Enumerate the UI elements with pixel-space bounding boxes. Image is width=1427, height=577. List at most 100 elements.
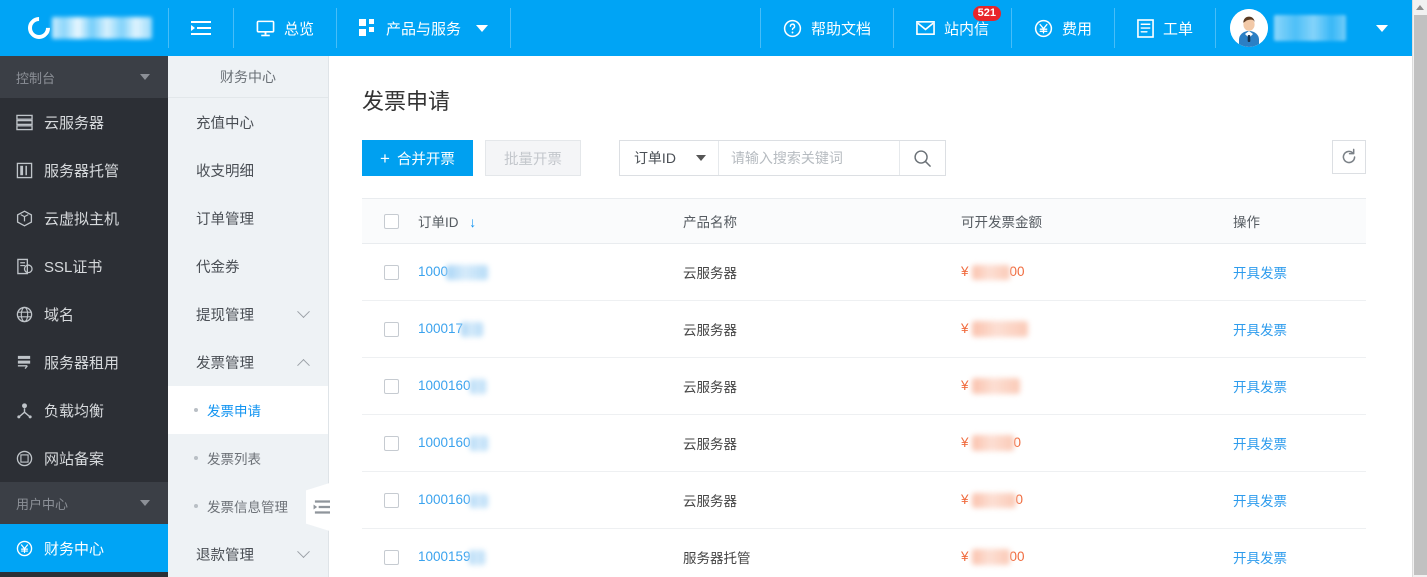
order-id-link[interactable]: 1000160 <box>418 492 471 507</box>
batch-invoice-button[interactable]: 批量开票 <box>484 140 581 176</box>
nav-tickets[interactable]: 工单 <box>1115 0 1215 56</box>
subnav-item-withdraw-management[interactable]: 提现管理 <box>168 290 328 338</box>
page-scrollbar[interactable] <box>1412 0 1427 577</box>
sidebar-item-server-hosting[interactable]: 服务器托管 <box>0 146 168 194</box>
sidebar-group-console[interactable]: 控制台 <box>0 56 168 98</box>
row-checkbox[interactable] <box>384 378 399 394</box>
subnav-item-invoice-list[interactable]: 发票列表 <box>168 434 328 482</box>
merge-invoice-label: 合并开票 <box>396 151 455 168</box>
messages-unread-badge: 521 <box>972 6 1001 21</box>
row-checkbox[interactable] <box>384 321 399 337</box>
row-checkbox[interactable] <box>384 492 399 508</box>
nav-help-docs[interactable]: 帮助文档 <box>761 0 893 56</box>
amount-redaction <box>971 492 1016 508</box>
sidebar-item-load-balance[interactable]: 负载均衡 <box>0 386 168 434</box>
issue-invoice-link[interactable]: 开具发票 <box>1233 551 1287 566</box>
product-cell: 云服务器 <box>683 414 961 472</box>
issue-invoice-link[interactable]: 开具发票 <box>1233 437 1287 452</box>
sidebar-item-icp-record[interactable]: 网站备案 <box>0 434 168 482</box>
secondary-sidebar: 财务中心 充值中心 收支明细 订单管理 代金券 提现管理 发票管理 发票申请 发… <box>168 56 329 577</box>
currency-symbol: ¥ <box>961 264 969 280</box>
sort-desc-icon[interactable]: ↓ <box>469 214 476 230</box>
table-row: 1000160 云服务器 ¥0 开具发票 <box>362 471 1366 529</box>
row-checkbox[interactable] <box>384 549 399 565</box>
sidebar-item-cloud-server[interactable]: 云服务器 <box>0 98 168 146</box>
action-cell: 开具发票 <box>1233 243 1366 301</box>
merge-invoice-button[interactable]: + 合并开票 <box>362 140 473 176</box>
action-cell: 开具发票 <box>1233 528 1366 577</box>
search-button[interactable] <box>898 141 945 175</box>
subnav-item-invoice-info-management[interactable]: 发票信息管理 <box>168 482 328 530</box>
order-id-link[interactable]: 1000160 <box>418 435 471 450</box>
column-header-order-id[interactable]: 订单ID ↓ <box>418 198 683 244</box>
nav-products-services[interactable]: 产品与服务 <box>337 0 510 56</box>
user-account[interactable] <box>1216 0 1360 56</box>
table-row: 1000159 服务器托管 ¥00 开具发票 <box>362 528 1366 577</box>
subnav-item-order-management[interactable]: 订单管理 <box>168 194 328 242</box>
subnav-item-invoice-apply[interactable]: 发票申请 <box>168 386 328 434</box>
order-id-link[interactable]: 1000159 <box>418 549 471 564</box>
search-input[interactable] <box>718 141 899 175</box>
table-row: 100017 云服务器 ¥ 开具发票 <box>362 300 1366 358</box>
issue-invoice-link[interactable]: 开具发票 <box>1233 380 1287 395</box>
sidebar-group-user-center[interactable]: 用户中心 <box>0 482 168 524</box>
certificate-icon <box>17 258 33 274</box>
currency-symbol: ¥ <box>961 377 969 393</box>
issue-invoice-link[interactable]: 开具发票 <box>1233 266 1287 281</box>
user-avatar-icon <box>1230 9 1268 47</box>
ticket-icon <box>1137 18 1154 38</box>
subnav-item-recharge-center[interactable]: 充值中心 <box>168 98 328 146</box>
order-id-cell: 1000 <box>418 243 683 301</box>
sidebar-item-domain[interactable]: 域名 <box>0 290 168 338</box>
page-title: 发票申请 <box>362 89 451 114</box>
order-id-cell: 100017 <box>418 300 683 358</box>
sidebar-item-ssl-certificate[interactable]: SSL证书 <box>0 242 168 290</box>
subnav-item-voucher[interactable]: 代金券 <box>168 242 328 290</box>
column-header-amount: 可开发票金额 <box>961 198 1233 244</box>
logo-mark-icon <box>23 12 55 44</box>
scrollbar-up-button[interactable] <box>1413 0 1427 15</box>
subnav-item-invoice-management[interactable]: 发票管理 <box>168 338 328 386</box>
user-menu-toggle[interactable] <box>1360 0 1412 56</box>
product-cell: 云服务器 <box>683 300 961 358</box>
row-checkbox[interactable] <box>384 435 399 451</box>
lease-icon <box>17 355 31 369</box>
envelope-icon <box>916 21 935 35</box>
sidebar-item-cloud-vhost[interactable]: 云虚拟主机 <box>0 194 168 242</box>
amount-suffix: 0 <box>1013 434 1022 450</box>
issue-invoice-link[interactable]: 开具发票 <box>1233 323 1287 338</box>
nav-messages[interactable]: 站内信 521 <box>894 0 1011 56</box>
nav-billing[interactable]: 费用 <box>1012 0 1114 56</box>
subnav-item-label: 提现管理 <box>196 307 254 324</box>
column-label: 订单ID <box>418 215 459 230</box>
column-header-product: 产品名称 <box>683 198 961 244</box>
subnav-item-transaction-detail[interactable]: 收支明细 <box>168 146 328 194</box>
nav-overview[interactable]: 总览 <box>234 0 336 56</box>
table-header-row: 订单ID ↓ 产品名称 可开发票金额 操作 <box>362 198 1366 244</box>
order-id-link[interactable]: 1000 <box>418 264 448 279</box>
subnav-item-label: 发票列表 <box>207 452 261 467</box>
cube-icon <box>16 209 33 227</box>
sidebar-item-label: SSL证书 <box>44 258 103 276</box>
search-field-select[interactable]: 订单ID <box>620 141 719 175</box>
refresh-button[interactable] <box>1332 140 1366 174</box>
column-label: 操作 <box>1233 215 1260 230</box>
sidebar-item-finance-center[interactable]: 财务中心 <box>0 524 168 572</box>
row-checkbox[interactable] <box>384 264 399 280</box>
sidebar-item-label: 域名 <box>44 306 75 324</box>
scrollbar-thumb[interactable] <box>1414 15 1427 575</box>
select-all-checkbox[interactable] <box>384 213 399 229</box>
subnav-item-label: 代金券 <box>196 259 240 276</box>
subnav-item-refund-management[interactable]: 退款管理 <box>168 530 328 577</box>
order-id-link[interactable]: 100017 <box>418 321 463 336</box>
amount-cell: ¥00 <box>961 243 1233 301</box>
order-id-link[interactable]: 1000160 <box>418 378 471 393</box>
globe-icon <box>16 306 33 322</box>
sidebar-collapse-toggle[interactable] <box>169 0 233 56</box>
brand-logo[interactable] <box>0 0 168 56</box>
sidebar-item-server-lease[interactable]: 服务器租用 <box>0 338 168 386</box>
order-id-redaction <box>469 378 486 394</box>
issue-invoice-link[interactable]: 开具发票 <box>1233 494 1287 509</box>
record-icon <box>16 450 33 466</box>
currency-symbol: ¥ <box>961 548 969 564</box>
